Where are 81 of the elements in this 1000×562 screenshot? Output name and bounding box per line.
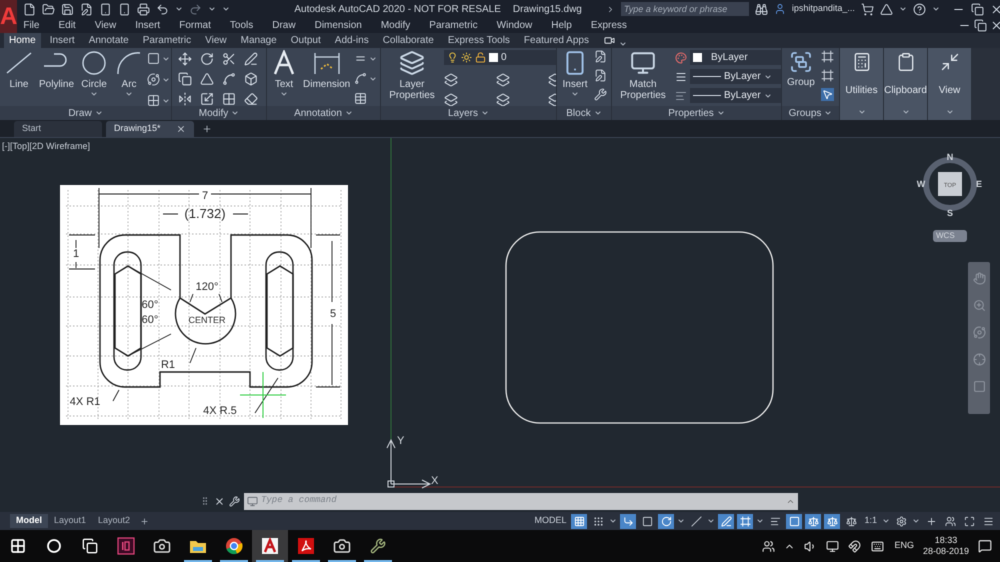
property-dropdown[interactable]: ByLayer — [690, 69, 781, 84]
file-name: Drawing15.dwg — [512, 2, 582, 16]
ribbon-tab[interactable]: Express Tools — [442, 33, 515, 48]
angle-text: 60° — [142, 299, 158, 311]
search-field[interactable]: Type a keyword or phrase — [620, 2, 749, 16]
command-field[interactable]: Type a command — [244, 492, 798, 510]
compass-west[interactable]: W — [916, 179, 926, 189]
file-tab[interactable]: Start — [14, 121, 102, 137]
dimension-text: 5 — [330, 308, 336, 320]
ribbon-tab[interactable]: Manage — [236, 33, 282, 48]
center-label: CENTER — [188, 315, 226, 325]
language-indicator[interactable]: ENG — [894, 539, 914, 553]
compass-east[interactable]: E — [976, 179, 982, 189]
layout-tab[interactable]: Layout2 — [92, 514, 136, 528]
panel-title-button[interactable]: Modify — [172, 106, 266, 120]
ribbon-tab[interactable]: Featured Apps — [518, 33, 594, 48]
ribbon-tab[interactable]: Parametric — [138, 33, 196, 48]
menu-item[interactable]: Edit — [58, 18, 76, 33]
radius-text: 4X R.5 — [203, 405, 237, 417]
ribbon-tool-button[interactable]: Match Properties — [615, 50, 671, 101]
ribbon-tool-button[interactable]: Insert — [560, 50, 590, 98]
dimension-text: 1 — [72, 248, 80, 260]
compass-south[interactable]: S — [947, 208, 953, 218]
ribbon-tool-button[interactable]: Group — [785, 50, 817, 88]
menu-item[interactable]: File — [23, 18, 40, 33]
axis-label: X — [431, 475, 438, 487]
collapsed-panel-button[interactable]: Clipboard — [884, 48, 928, 120]
menu-item[interactable]: Tools — [230, 18, 254, 33]
ribbon-tab[interactable]: Add-ins — [330, 33, 374, 48]
layout-tab[interactable]: Model — [10, 514, 48, 528]
panel-title-button[interactable]: Block — [557, 106, 611, 120]
menu-item[interactable]: Insert — [135, 18, 160, 33]
layout-tab[interactable]: Layout1 — [48, 514, 92, 528]
ribbon-tool-button[interactable]: Dimension — [301, 50, 352, 90]
ribbon-tool-button[interactable]: Line — [2, 50, 36, 90]
menu-item[interactable]: Window — [496, 18, 532, 33]
menu-item[interactable]: Dimension — [314, 18, 362, 33]
menu-item[interactable]: Parametric — [429, 18, 478, 33]
collapsed-panel-button[interactable]: View — [928, 48, 972, 120]
radius-text: R1 — [160, 359, 176, 371]
menu-item[interactable]: Express — [590, 18, 627, 33]
menu-item[interactable]: Help — [551, 18, 572, 33]
panel-title-button[interactable]: Annotation — [267, 106, 380, 120]
ribbon-tab[interactable]: Collaborate — [378, 33, 439, 48]
angle-text: 120° — [196, 281, 218, 293]
ribbon-tool-button[interactable]: Circle — [77, 50, 112, 98]
property-dropdown[interactable]: ByLayer — [690, 50, 781, 65]
window-title: Autodesk AutoCAD 2020 - NOT FOR RESALE — [294, 2, 501, 16]
menu-item[interactable]: View — [94, 18, 116, 33]
panel-title-button[interactable]: Layers — [381, 106, 556, 120]
panel-title-button[interactable]: Draw — [0, 106, 171, 120]
menu-item[interactable]: Draw — [272, 18, 296, 33]
layer-dropdown[interactable]: 0 — [444, 50, 556, 65]
ribbon-tool-button[interactable]: Polyline — [37, 50, 76, 90]
user-menu[interactable]: ipshitpandita_... — [792, 2, 855, 16]
status-label[interactable]: 1:1 — [862, 514, 879, 528]
clock[interactable]: 18:33 28-08-2019 — [922, 535, 969, 557]
viewport-controls[interactable]: [-][Top][2D Wireframe] — [2, 140, 90, 154]
ribbon-tab[interactable]: View — [200, 33, 232, 48]
ribbon-tab[interactable]: Insert — [44, 33, 80, 48]
ribbon-tab[interactable]: Home — [4, 33, 41, 48]
dimension-text: (1.732) — [184, 206, 226, 221]
dimension-text: 7 — [202, 190, 208, 202]
ribbon-tab[interactable]: Annotate — [84, 33, 134, 48]
radius-text: 4X R1 — [70, 396, 100, 408]
menu-item[interactable]: Format — [179, 18, 211, 33]
panel-title-button[interactable]: Groups — [782, 106, 839, 120]
ribbon-tool-button[interactable]: Layer Properties — [384, 50, 440, 101]
status-label[interactable]: MODEL — [532, 514, 568, 528]
ribbon-tool-button[interactable]: Text — [269, 50, 299, 98]
ribbon-tool-button[interactable]: Arc — [112, 50, 146, 98]
collapsed-panel-button[interactable]: Utilities — [840, 48, 884, 120]
axis-label: Y — [397, 435, 404, 447]
angle-text: 60° — [142, 314, 158, 326]
property-dropdown[interactable]: ByLayer — [690, 88, 781, 103]
command-input[interactable]: Type a command — [261, 494, 783, 508]
ribbon-tab[interactable]: Output — [286, 33, 326, 48]
file-tab[interactable]: Drawing15* — [106, 121, 194, 137]
menu-item[interactable]: Modify — [380, 18, 410, 33]
panel-title-button[interactable]: Properties — [612, 106, 781, 120]
compass-north[interactable]: N — [946, 152, 954, 162]
